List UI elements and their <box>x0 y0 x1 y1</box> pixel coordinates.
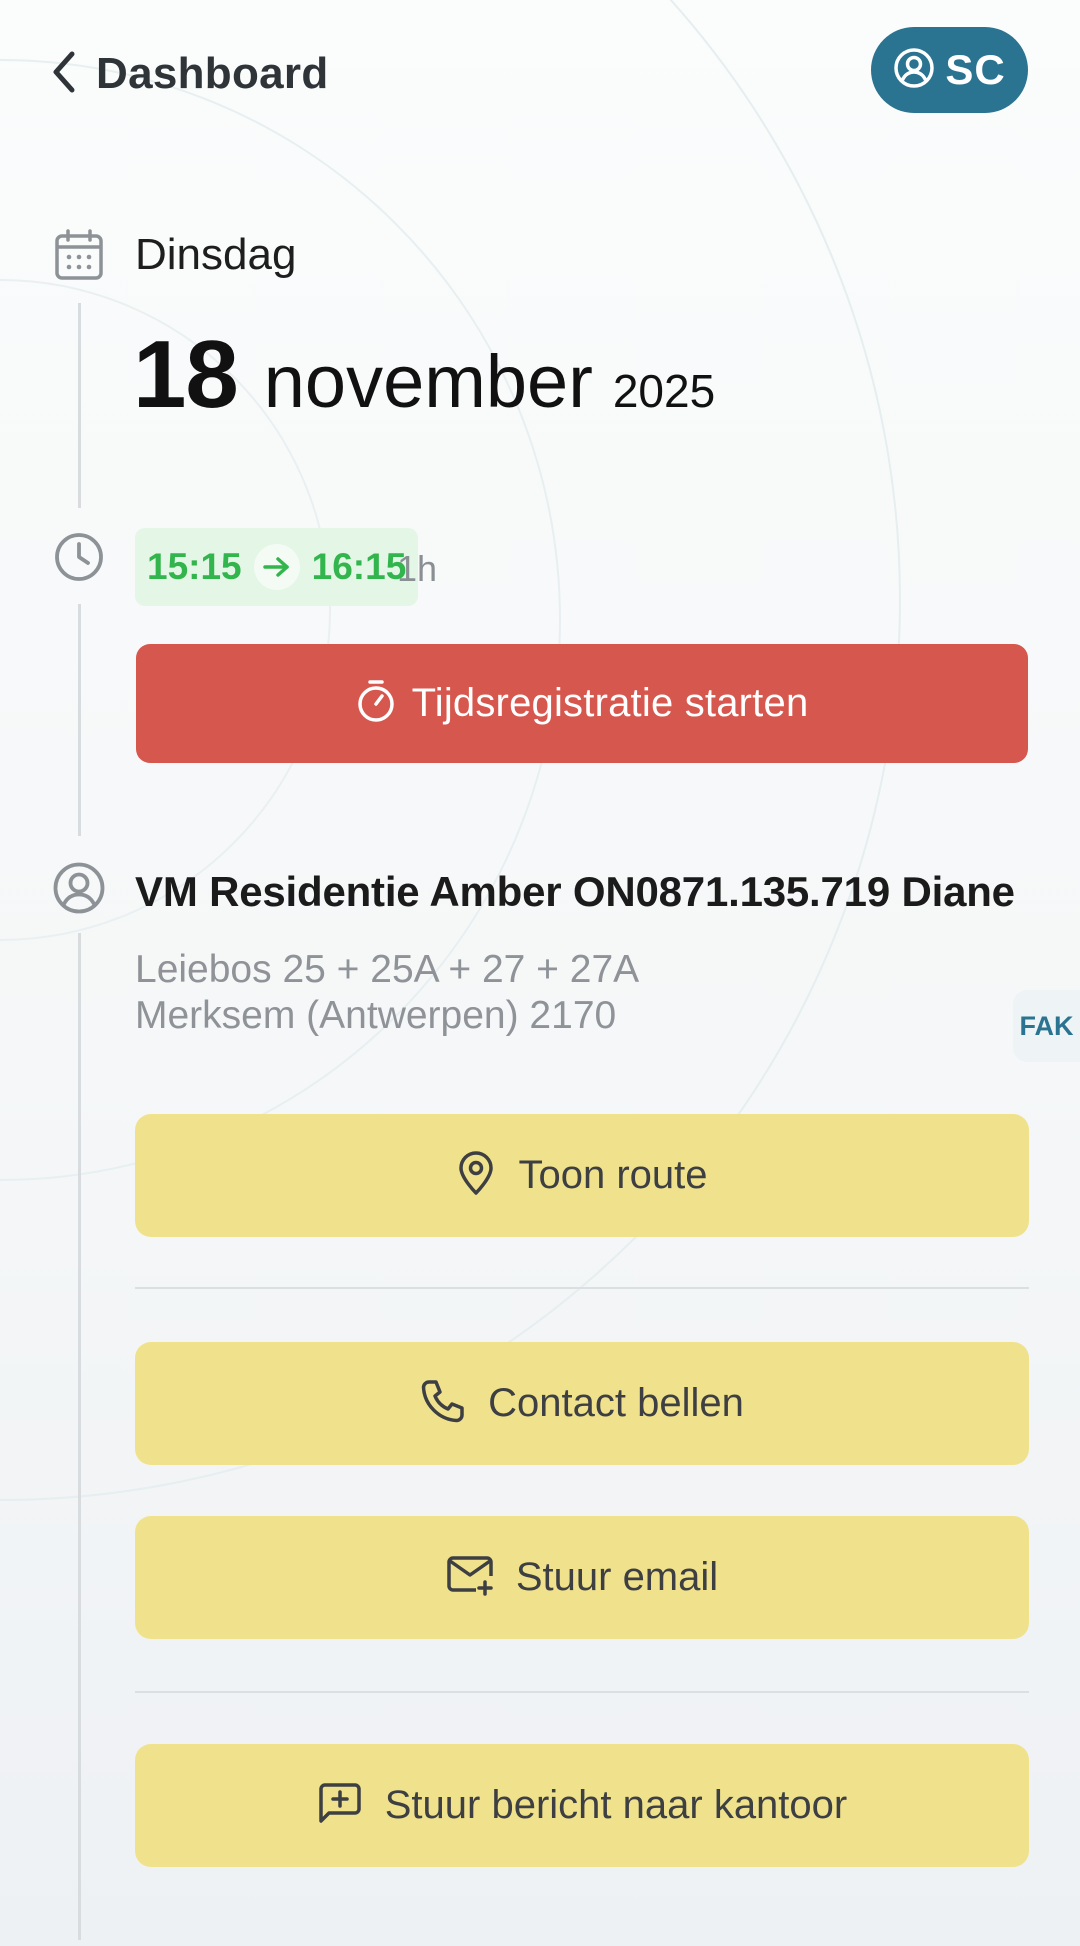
date-month: november <box>263 340 593 423</box>
message-plus-icon <box>317 1781 363 1830</box>
date-year: 2025 <box>612 365 716 417</box>
end-time: 16:15 <box>311 546 407 587</box>
date-day: 18 <box>133 321 239 428</box>
address-line-1: Leiebos 25 + 25A + 27 + 27A <box>135 948 640 991</box>
show-route-label: Toon route <box>518 1153 708 1197</box>
client-name: VM Residentie Amber ON0871.135.719 Diane <box>135 868 1015 915</box>
user-menu-button[interactable]: SC <box>871 27 1028 113</box>
top-bar: Dashboard SC <box>0 0 1080 150</box>
divider <box>135 1691 1029 1693</box>
start-time-registration-button[interactable]: Tijdsregistratie starten <box>136 644 1028 763</box>
map-pin-icon <box>456 1150 496 1201</box>
send-office-message-label: Stuur bericht naar kantoor <box>384 1783 848 1827</box>
stopwatch-icon <box>356 679 396 728</box>
weekday-label: Dinsdag <box>135 230 297 279</box>
address-line-2: Merksem (Antwerpen) 2170 <box>135 994 617 1037</box>
divider <box>135 1287 1029 1289</box>
arrow-right-icon <box>253 544 300 590</box>
chevron-left-icon <box>50 50 78 99</box>
send-office-message-button[interactable]: Stuur bericht naar kantoor <box>135 1744 1029 1867</box>
send-email-button[interactable]: Stuur email <box>135 1516 1029 1639</box>
timeline-rail-client <box>78 933 81 1940</box>
start-time: 15:15 <box>147 546 242 587</box>
time-range-badge: 15:15 16:15 <box>135 528 419 606</box>
back-button[interactable]: Dashboard <box>50 44 329 104</box>
duration-label: 1h <box>397 548 438 589</box>
user-circle-icon <box>51 860 107 916</box>
show-route-button[interactable]: Toon route <box>135 1114 1029 1237</box>
side-tab-fak[interactable]: FAK <box>1013 990 1080 1062</box>
call-contact-button[interactable]: Contact bellen <box>135 1342 1029 1465</box>
clock-icon <box>52 530 106 584</box>
timeline-rail-date <box>78 303 81 508</box>
mail-plus-icon <box>446 1554 494 1601</box>
timeline-rail-time <box>78 604 81 836</box>
send-email-label: Stuur email <box>515 1555 719 1599</box>
phone-icon <box>420 1378 466 1429</box>
call-contact-label: Contact bellen <box>488 1381 744 1425</box>
start-time-registration-label: Tijdsregistratie starten <box>411 681 809 725</box>
user-initials: SC <box>945 46 1006 93</box>
user-circle-icon <box>893 47 935 94</box>
date-display: 18 november 2025 <box>133 320 715 430</box>
calendar-icon <box>52 228 106 282</box>
back-button-label: Dashboard <box>96 49 329 98</box>
